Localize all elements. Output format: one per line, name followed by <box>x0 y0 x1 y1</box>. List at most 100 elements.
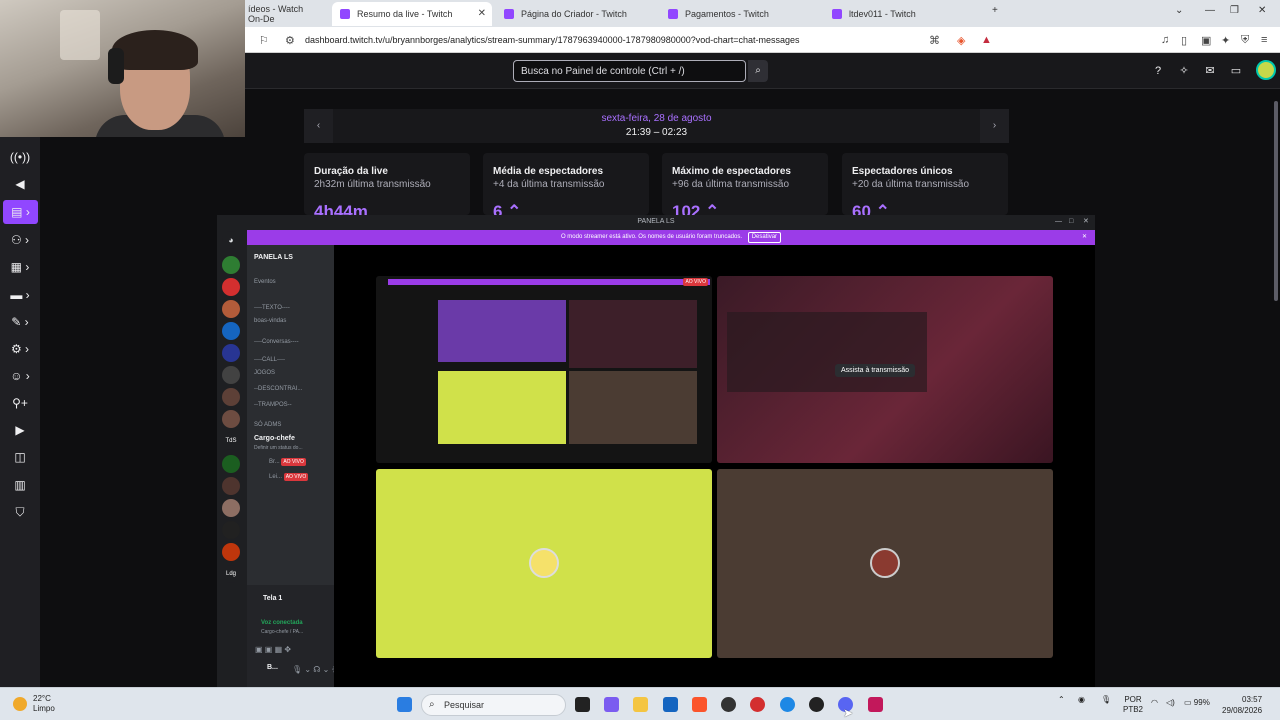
app-icon[interactable] <box>868 697 883 712</box>
tab-ltdev[interactable]: ltdev011 - Twitch <box>824 2 984 26</box>
stat-card-duration[interactable]: Duração da live 2h32m última transmissão… <box>304 153 470 215</box>
server-icon[interactable] <box>222 322 240 340</box>
start-icon[interactable] <box>397 697 412 712</box>
scrollbar-thumb[interactable] <box>1274 101 1278 301</box>
server-ldg[interactable]: Ldg <box>222 565 240 583</box>
obs-icon[interactable] <box>721 697 736 712</box>
brave-icon[interactable] <box>692 697 707 712</box>
server-icon[interactable] <box>222 256 240 274</box>
watch-stream-button[interactable]: Assista à transmissão <box>835 364 916 377</box>
clock[interactable]: 03:57 29/08/2026 <box>1222 694 1262 716</box>
vpn-icon[interactable]: ⛨ <box>1241 34 1249 47</box>
voice-channel-trampos[interactable]: --TRAMPOS-- <box>254 402 292 408</box>
inbox-icon[interactable]: ✉ <box>1203 64 1217 78</box>
help-icon[interactable]: ? <box>1151 64 1165 78</box>
category-texto[interactable]: ----TEXTO---- <box>254 305 290 311</box>
server-icon[interactable] <box>222 499 240 517</box>
menu-icon[interactable]: ≡ <box>1261 34 1267 46</box>
user-avatar[interactable] <box>1256 60 1276 80</box>
server-icon[interactable] <box>222 543 240 561</box>
stat-card-max-viewers[interactable]: Máximo de espectadores +96 da última tra… <box>662 153 828 215</box>
new-tab-icon[interactable]: + <box>992 5 998 16</box>
battery-indicator[interactable]: ▭ 99% <box>1184 698 1210 707</box>
rewards-icon[interactable]: ▲ <box>981 34 992 46</box>
page-scrollbar[interactable] <box>1272 89 1280 687</box>
settings-icon[interactable]: ⚙ › <box>0 337 40 361</box>
voice-channel-descontrai[interactable]: --DESCONTRAI... <box>254 386 302 392</box>
weather-widget[interactable]: 22°C Limpo <box>33 694 55 714</box>
stream-tile-screen-share[interactable]: AO VIVO <box>376 276 712 463</box>
dashboard-search-input[interactable]: Busca no Painel de controle (Ctrl + /) <box>513 60 746 82</box>
search-icon[interactable]: ⌕ <box>748 60 768 82</box>
screen-share-label[interactable]: Tela 1 <box>263 595 282 602</box>
content-icon[interactable]: ▦ › <box>0 255 40 279</box>
discord-home-icon[interactable]: ◕ <box>222 231 240 249</box>
whispers-icon[interactable]: ▭ <box>1229 64 1243 78</box>
mic-icon[interactable]: 🎙 <box>1101 695 1111 704</box>
community-icon[interactable]: ⚇ › <box>0 228 40 252</box>
voice-channel-jogos[interactable]: JOGOS <box>254 370 275 376</box>
server-icon[interactable] <box>222 521 240 539</box>
tab-videos[interactable]: ídeos - Watch On-De <box>240 2 328 26</box>
next-stream-icon[interactable]: › <box>980 109 1009 143</box>
server-name[interactable]: PANELA LS <box>254 254 293 261</box>
channel-events[interactable]: Eventos <box>254 279 276 285</box>
server-icon[interactable] <box>222 366 240 384</box>
wallet-icon[interactable]: ▣ <box>1201 34 1211 47</box>
wifi-icon[interactable]: ◠ <box>1151 698 1158 707</box>
close-banner-icon[interactable]: ✕ <box>1082 230 1087 245</box>
maximize-icon[interactable]: □ <box>1069 215 1073 229</box>
media-app-icon[interactable] <box>750 697 765 712</box>
site-info-icon[interactable]: ⚙ <box>285 34 295 47</box>
server-tds[interactable]: TdS <box>222 432 240 450</box>
monetization-icon[interactable]: ▬ › <box>0 283 40 307</box>
minimize-icon[interactable]: — <box>1055 215 1062 229</box>
tray-app-icon[interactable]: ◉ <box>1078 695 1085 704</box>
analytics-icon[interactable]: ▤ › <box>3 200 38 224</box>
voice-channel-cargo-chefe[interactable]: Cargo-chefe <box>254 435 295 442</box>
server-icon[interactable] <box>222 388 240 406</box>
category-adms[interactable]: SÓ ADMS <box>254 422 281 428</box>
taskbar-search[interactable]: ⌕ Pesquisar <box>421 694 566 716</box>
brave-shield-icon[interactable]: ◈ <box>957 34 965 47</box>
bookmark-icon[interactable]: ⚐ <box>259 34 269 47</box>
extensions-icon[interactable]: ◫ <box>0 445 40 469</box>
key-icon[interactable]: ⌘ <box>929 34 940 47</box>
creator-tools-icon[interactable]: ✎ › <box>0 310 40 334</box>
server-icon[interactable] <box>222 410 240 428</box>
stat-card-avg-viewers[interactable]: Média de espectadores +4 da última trans… <box>483 153 649 215</box>
tray-chevron-icon[interactable]: ⌃ <box>1058 695 1065 704</box>
user-tile-yellow[interactable] <box>376 469 712 658</box>
emotes-icon[interactable]: ☺ › <box>0 364 40 388</box>
channel-status[interactable]: Definir um status do... <box>254 445 303 451</box>
file-explorer-icon[interactable] <box>633 697 648 712</box>
tab-creator-page[interactable]: Página do Criador - Twitch <box>496 2 656 26</box>
stream-manager-icon[interactable]: ((•)) <box>0 145 40 169</box>
voice-user[interactable]: Br... AO VIVO <box>269 458 306 466</box>
edge-icon[interactable] <box>780 697 795 712</box>
voice-connected-status[interactable]: Voz conectada <box>261 620 303 626</box>
server-icon[interactable] <box>222 477 240 495</box>
close-window-icon[interactable]: ✕ <box>1258 5 1266 16</box>
voice-controls[interactable]: ▣ ▣ ▦ ✥ <box>255 645 291 654</box>
server-icon[interactable] <box>222 300 240 318</box>
current-user-name[interactable]: B... <box>267 664 278 671</box>
channel-boas-vindas[interactable]: boas-vindas <box>254 318 286 324</box>
copilot-icon[interactable] <box>604 697 619 712</box>
user-tile-brown[interactable] <box>717 469 1053 658</box>
weather-icon[interactable] <box>13 697 27 711</box>
sidebar-icon[interactable]: ▯ <box>1181 34 1187 47</box>
task-view-icon[interactable] <box>575 697 590 712</box>
language-indicator[interactable]: POR PTB2 <box>1123 695 1143 715</box>
tab-stream-summary[interactable]: Resumo da live - Twitch ✕ <box>332 2 492 26</box>
video-icon[interactable]: ▶ <box>0 418 40 442</box>
voice-user[interactable]: Lei... AO VIVO <box>269 473 309 481</box>
sparkle-icon[interactable]: ✧ <box>1177 64 1191 78</box>
server-icon[interactable] <box>222 455 240 473</box>
add-user-icon[interactable]: ⚲+ <box>0 391 40 415</box>
ai-icon[interactable]: ✦ <box>1221 34 1230 47</box>
url-field[interactable]: dashboard.twitch.tv/u/bryannborges/analy… <box>305 35 800 45</box>
promotions-icon[interactable]: ◀ <box>0 172 40 196</box>
volume-icon[interactable]: ◁) <box>1166 698 1175 707</box>
category-conversas[interactable]: ----Conversas---- <box>254 339 299 345</box>
